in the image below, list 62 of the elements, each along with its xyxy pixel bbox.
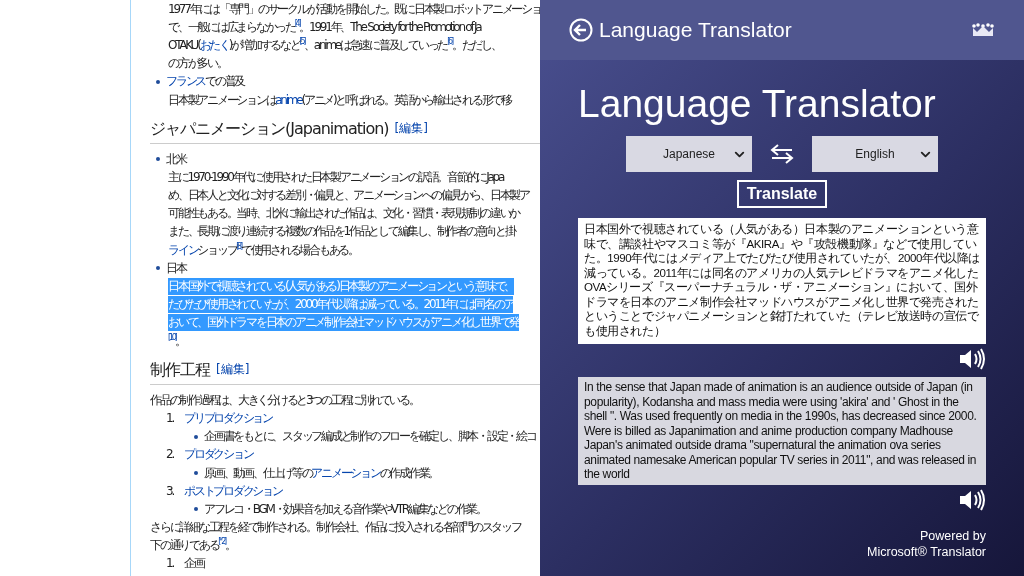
article-text: 日本 — [166, 259, 186, 277]
article-link[interactable]: プリプロダクション — [184, 409, 272, 427]
article-text: 1977年には「専門」のサークルが活動を開始した。既に日本製ロボットアニメーショ — [168, 0, 540, 18]
article-text: )が増加するなど$^{[5]}$、animeは急速に普及していった$^{[6]}$。ただし、 — [228, 36, 501, 54]
bullet-icon — [194, 434, 198, 439]
article-text: さらに詳細な工程を経て制作される。制作会社、作品に投入される各部門のスタッフ — [150, 519, 521, 537]
article-text: 可能性もある。当時、北米に輸出された作品は、文化・習慣・表現規制の違いか — [168, 205, 519, 223]
article-text: OTAKU( — [168, 36, 200, 54]
article-link[interactable]: おたく — [199, 36, 229, 54]
source-language-dropdown[interactable]: Japanese — [626, 136, 752, 172]
bullet-icon — [194, 471, 198, 476]
article-link[interactable]: アニメーション — [311, 464, 380, 482]
bullet-icon — [194, 507, 198, 512]
speaker-icon[interactable] — [958, 347, 986, 371]
article-text: の方が多い。 — [168, 55, 227, 73]
article-text: また、長期に渡り連続する複数の作品を1作品として編集し、制作者の意向と掛 — [168, 223, 515, 241]
article-text: 原画、動画、仕上げ等の — [204, 464, 312, 482]
article-text: 日本国外で視聴されている(人気がある)日本製のアニメーションという意味で、 — [168, 278, 515, 296]
article-text: め、日本人と文化に対する差別・偏見と、アニメーションへの偏見から、日本製ア — [168, 187, 529, 205]
article-link[interactable]: ライン — [168, 241, 198, 259]
article-link[interactable]: anime — [275, 91, 302, 109]
list-number: 2. — [166, 446, 175, 464]
provider-text: Microsoft® Translator — [867, 543, 986, 560]
list-number: 3. — [166, 482, 175, 500]
translate-button[interactable]: Translate — [736, 180, 828, 208]
article-text: 企画 — [184, 555, 204, 573]
article-text: での普及 — [205, 73, 244, 91]
article-link[interactable]: フランス — [166, 73, 205, 91]
article-text: の作成作業。 — [379, 464, 438, 482]
section-heading: 制作工程 — [150, 360, 210, 378]
article-text: 下の通りである$^{[* 2]}$。 — [150, 537, 235, 555]
list-number: 1. — [166, 409, 175, 427]
article-text: で、一般には広まらなかった$^{[4]}$。1991年、The Society for the Promotion of Ja — [168, 18, 481, 36]
list-number: 1. — [166, 555, 175, 573]
target-language-dropdown[interactable]: English — [812, 136, 938, 172]
article-text: 主に1970-1990年代に使用された日本製アニメーションの訳語。音節的にJapa — [168, 168, 504, 186]
article-text: ショップ$^{[8]}$で使用される場合もある。 — [197, 241, 358, 259]
article-text: (アニメ)と呼ばれる。英語から輸出される形で移 — [301, 91, 511, 109]
powered-by-text: Powered by — [920, 527, 986, 544]
article-text: 北米 — [166, 150, 186, 168]
back-icon[interactable] — [569, 18, 593, 42]
swap-arrows-icon[interactable] — [770, 144, 794, 164]
article-link[interactable]: ポストプロダクション — [184, 482, 282, 500]
source-text-box[interactable]: 日本国外で視聴されている（人気がある）日本製のアニメーションという意味で、講談社やマスコミ等が『AKIRA』や『攻殻機動隊』などで使用していた。1990年代にはメディア上でたびたび使用されていたが、2000年代以降は減っている。2011年には同名のアメリカの人気テレビドラマをアニメ化したOVAシリーズ『スーパーナチュラル・ザ・アニメーション』において、国外ドラマを日本のアニメ制作会社マッドハウスがアニメ化し世界で発売されたということでジャパニメーションと銘打たれていた（テレビ放送時の宣伝でも使用された） — [578, 218, 986, 344]
bullet-icon — [156, 157, 160, 162]
section-heading: ジャパニメーション(Japanimation) — [150, 119, 389, 137]
translation-text-box: In the sense that Japan made of animation is an audience outside of Japan (in popularity), Kodansha and mass media were using 'akira' and ' Ghost in the shell ". Was used frequently on media in the 1990s, has decreased since 2000. Were is billed as Japanimation and anime production company Madhouse Japan's animated outside drama "supernatural the animation ova series animated namesake American popular TV series in 2011", and was released in the world — [578, 377, 986, 485]
article-text: 企画書をもとに、スタッフ編成と制作のフローを確定し、脚本・設定・絵コ — [204, 428, 536, 446]
edit-link[interactable]: [編集] — [216, 360, 250, 378]
article-text: 作品の制作過程は、大きく分けると3つの工程に別れている。 — [150, 391, 419, 409]
bullet-icon — [156, 79, 160, 84]
article-text: $^{[10]}$。 — [168, 332, 186, 350]
speaker-icon[interactable] — [958, 487, 986, 512]
bullet-icon — [156, 266, 160, 271]
page-title: Language Translator — [578, 82, 937, 126]
article-text: 日本製アニメーションは — [168, 91, 276, 109]
article-link[interactable]: プロダクション — [184, 446, 253, 464]
edit-link[interactable]: [編集] — [394, 119, 428, 137]
article-text: アフレコ・BGM・効果音を加える音作業やVTR編集などの作業。 — [204, 500, 486, 518]
article-text: おいて、国外ドラマを日本のアニメ制作会社マッドハウスがアニメ化し世界で発 — [168, 314, 519, 332]
app-title: Language Translator — [599, 18, 793, 42]
crown-logo-icon — [972, 22, 994, 38]
